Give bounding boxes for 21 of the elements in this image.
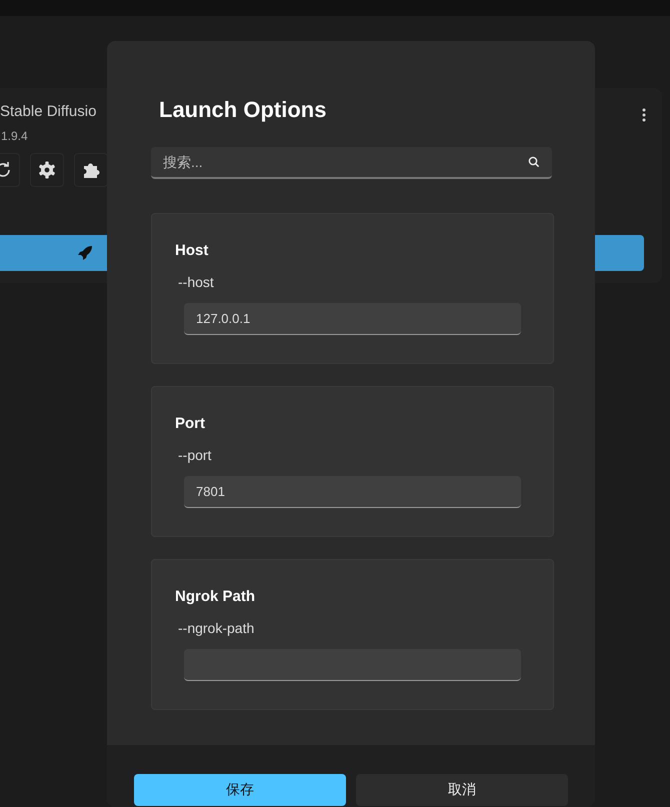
input-field[interactable] [184,649,521,681]
search-input[interactable]: 搜索... [163,154,528,170]
option-label: Port [175,415,205,432]
option-label: Host [175,242,208,259]
rocket-icon [77,245,93,262]
search-field[interactable]: 搜索... [151,147,552,179]
cancel-button[interactable]: 取消 [356,774,568,806]
more-icon[interactable] [642,108,646,122]
save-button[interactable]: 保存 [134,774,346,806]
option-key-text: --port [178,447,212,463]
option-key-text: --ngrok-path [178,620,254,636]
dialog-title: Launch Options [159,97,328,123]
settings-button[interactable] [30,153,64,188]
option-label: Ngrok Path [175,588,256,605]
input-field[interactable]: 127.0.0.1 [184,303,521,335]
settings-icon [37,160,57,180]
version-text: 1.9.4 [1,129,28,144]
app-title: Stable Diffusio [0,103,96,121]
input-field[interactable]: 7801 [184,476,521,508]
option-key-text: --host [178,274,214,290]
search-icon [528,156,540,168]
